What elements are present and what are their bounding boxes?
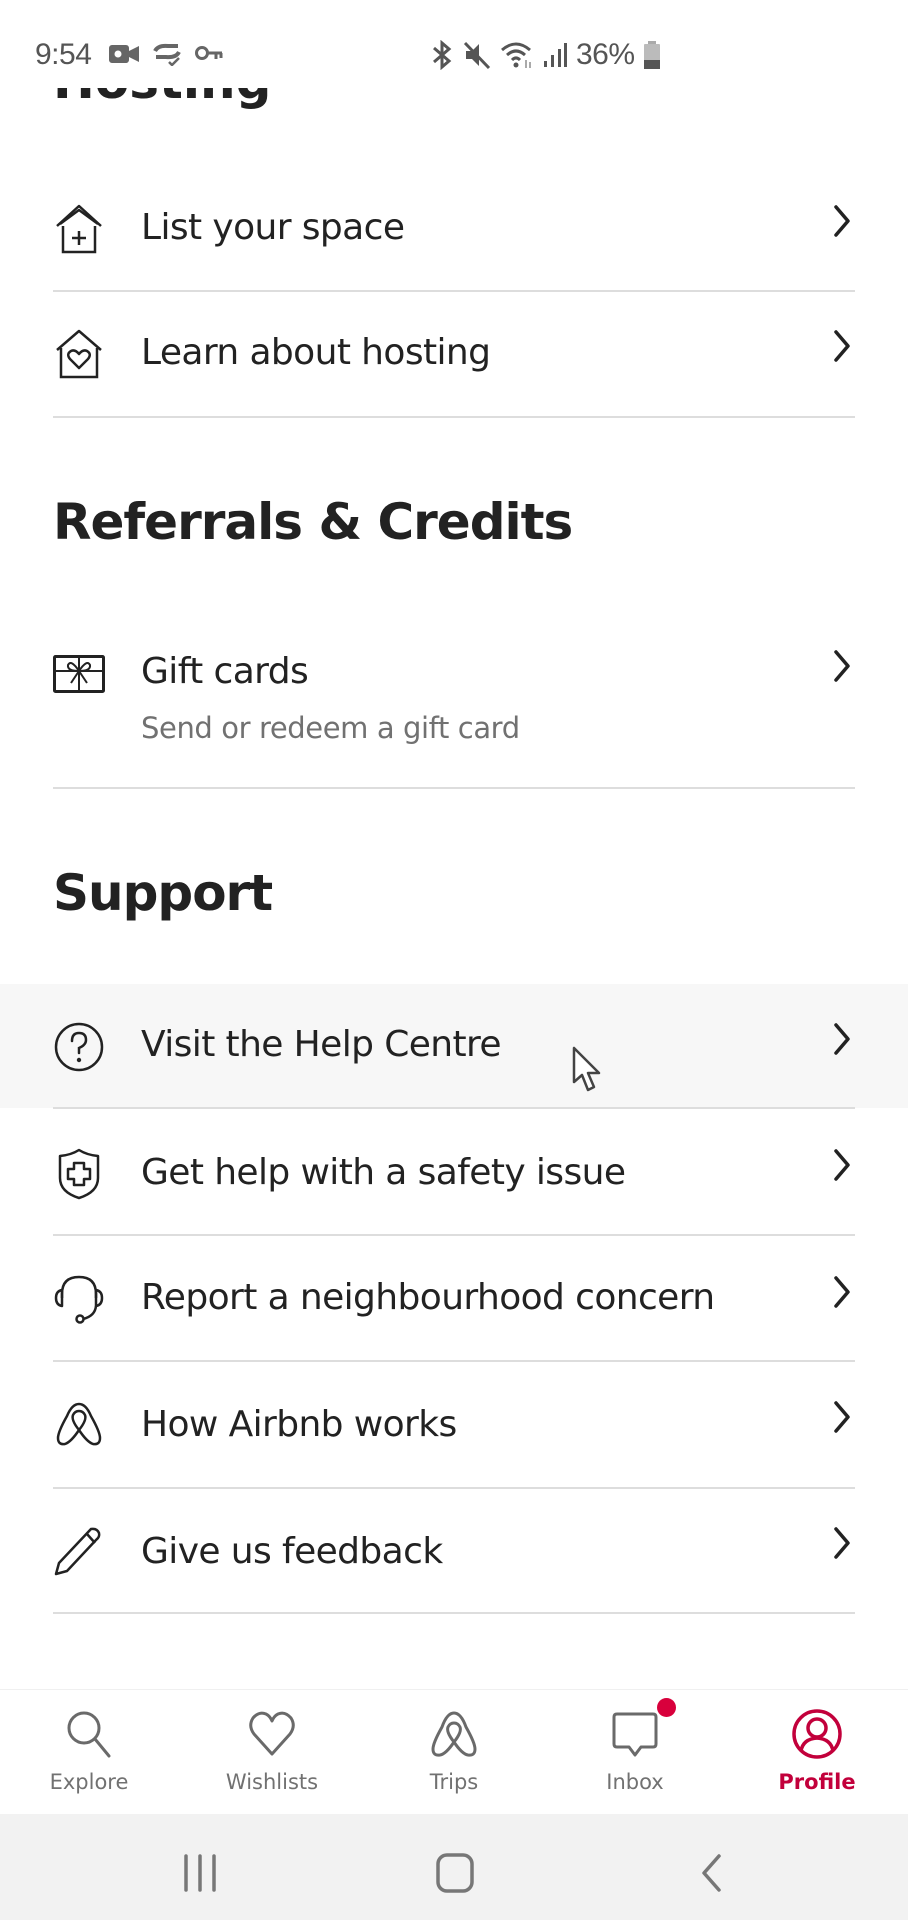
list-item-label: Visit the Help Centre	[141, 1024, 502, 1065]
message-icon	[612, 1712, 658, 1757]
battery-percent: 36%	[576, 38, 635, 71]
chevron-right-icon	[834, 1527, 850, 1559]
section-heading-support: Support	[53, 864, 273, 922]
bluetooth-icon	[433, 40, 452, 70]
list-item-label: Learn about hosting	[141, 332, 491, 373]
chevron-right-icon	[834, 1276, 850, 1308]
list-item-label: List your space	[141, 207, 405, 248]
headset-icon	[54, 1275, 104, 1324]
nav-item-wishlists[interactable]: Wishlists	[202, 1690, 342, 1815]
nav-label: Trips	[429, 1770, 479, 1794]
divider	[53, 416, 855, 418]
mouse-cursor-icon	[572, 1046, 601, 1092]
recents-icon[interactable]	[170, 1848, 230, 1898]
airbnb-logo-icon	[56, 1402, 102, 1446]
list-item-label: Give us feedback	[141, 1531, 443, 1572]
wifi-icon	[501, 42, 531, 68]
bottom-nav: Explore Wishlists Trips Inbox Profile	[0, 1689, 908, 1814]
list-item-label: How Airbnb works	[141, 1404, 457, 1445]
chevron-right-icon	[834, 650, 850, 682]
list-item-sublabel: Send or redeem a gift card	[141, 711, 520, 745]
gift-card-icon	[53, 655, 105, 693]
airbnb-logo-icon	[431, 1711, 477, 1757]
nav-label: Wishlists	[225, 1770, 319, 1794]
notification-badge	[657, 1698, 676, 1717]
search-icon	[67, 1711, 111, 1758]
status-right-icons: 36%	[430, 38, 661, 72]
sync-check-icon	[153, 43, 181, 66]
list-item-neighbourhood-concern[interactable]: Report a neighbourhood concern	[0, 1236, 908, 1361]
chevron-right-icon	[834, 330, 850, 362]
list-item-learn-about-hosting[interactable]: Learn about hosting	[0, 292, 908, 417]
divider	[53, 787, 855, 789]
mute-icon	[463, 41, 491, 70]
heart-icon	[249, 1711, 295, 1756]
chevron-right-icon	[834, 1023, 850, 1055]
home-icon[interactable]	[425, 1848, 485, 1898]
back-icon[interactable]	[680, 1848, 740, 1898]
list-item-label: Get help with a safety issue	[141, 1152, 626, 1193]
nav-item-explore[interactable]: Explore	[19, 1690, 159, 1815]
section-heading-referrals: Referrals & Credits	[53, 493, 573, 551]
list-item-give-feedback[interactable]: Give us feedback	[0, 1489, 908, 1613]
chevron-right-icon	[834, 1401, 850, 1433]
house-plus-icon	[56, 204, 102, 254]
shield-plus-icon	[58, 1148, 100, 1200]
status-left-icons	[108, 42, 224, 66]
pencil-icon	[54, 1527, 101, 1576]
list-item-label: Report a neighbourhood concern	[141, 1277, 715, 1318]
nav-item-profile[interactable]: Profile	[747, 1690, 887, 1815]
video-call-icon	[109, 45, 139, 63]
key-icon	[195, 46, 223, 60]
status-time: 9:54	[35, 38, 92, 71]
divider	[53, 1612, 855, 1614]
list-item-list-your-space[interactable]: List your space	[0, 188, 908, 291]
list-item-help-centre[interactable]: Visit the Help Centre	[0, 984, 908, 1108]
nav-label: Inbox	[606, 1770, 664, 1794]
list-item-label: Gift cards	[141, 651, 309, 692]
nav-item-inbox[interactable]: Inbox	[565, 1690, 705, 1815]
chevron-right-icon	[834, 205, 850, 237]
signal-icon	[544, 43, 567, 67]
nav-label: Explore	[49, 1770, 129, 1794]
nav-label: Profile	[778, 1770, 856, 1794]
chevron-right-icon	[834, 1149, 850, 1181]
list-item-gift-cards[interactable]: Gift cards Send or redeem a gift card	[0, 620, 908, 788]
battery-icon	[643, 41, 660, 69]
list-item-how-airbnb-works[interactable]: How Airbnb works	[0, 1362, 908, 1487]
system-nav-bar	[0, 1814, 908, 1920]
help-circle-icon	[54, 1022, 104, 1072]
house-heart-icon	[56, 329, 102, 379]
list-item-safety-issue[interactable]: Get help with a safety issue	[0, 1109, 908, 1234]
profile-icon	[792, 1709, 842, 1759]
nav-item-trips[interactable]: Trips	[384, 1690, 524, 1815]
status-bar: 9:54 36%	[0, 0, 908, 88]
